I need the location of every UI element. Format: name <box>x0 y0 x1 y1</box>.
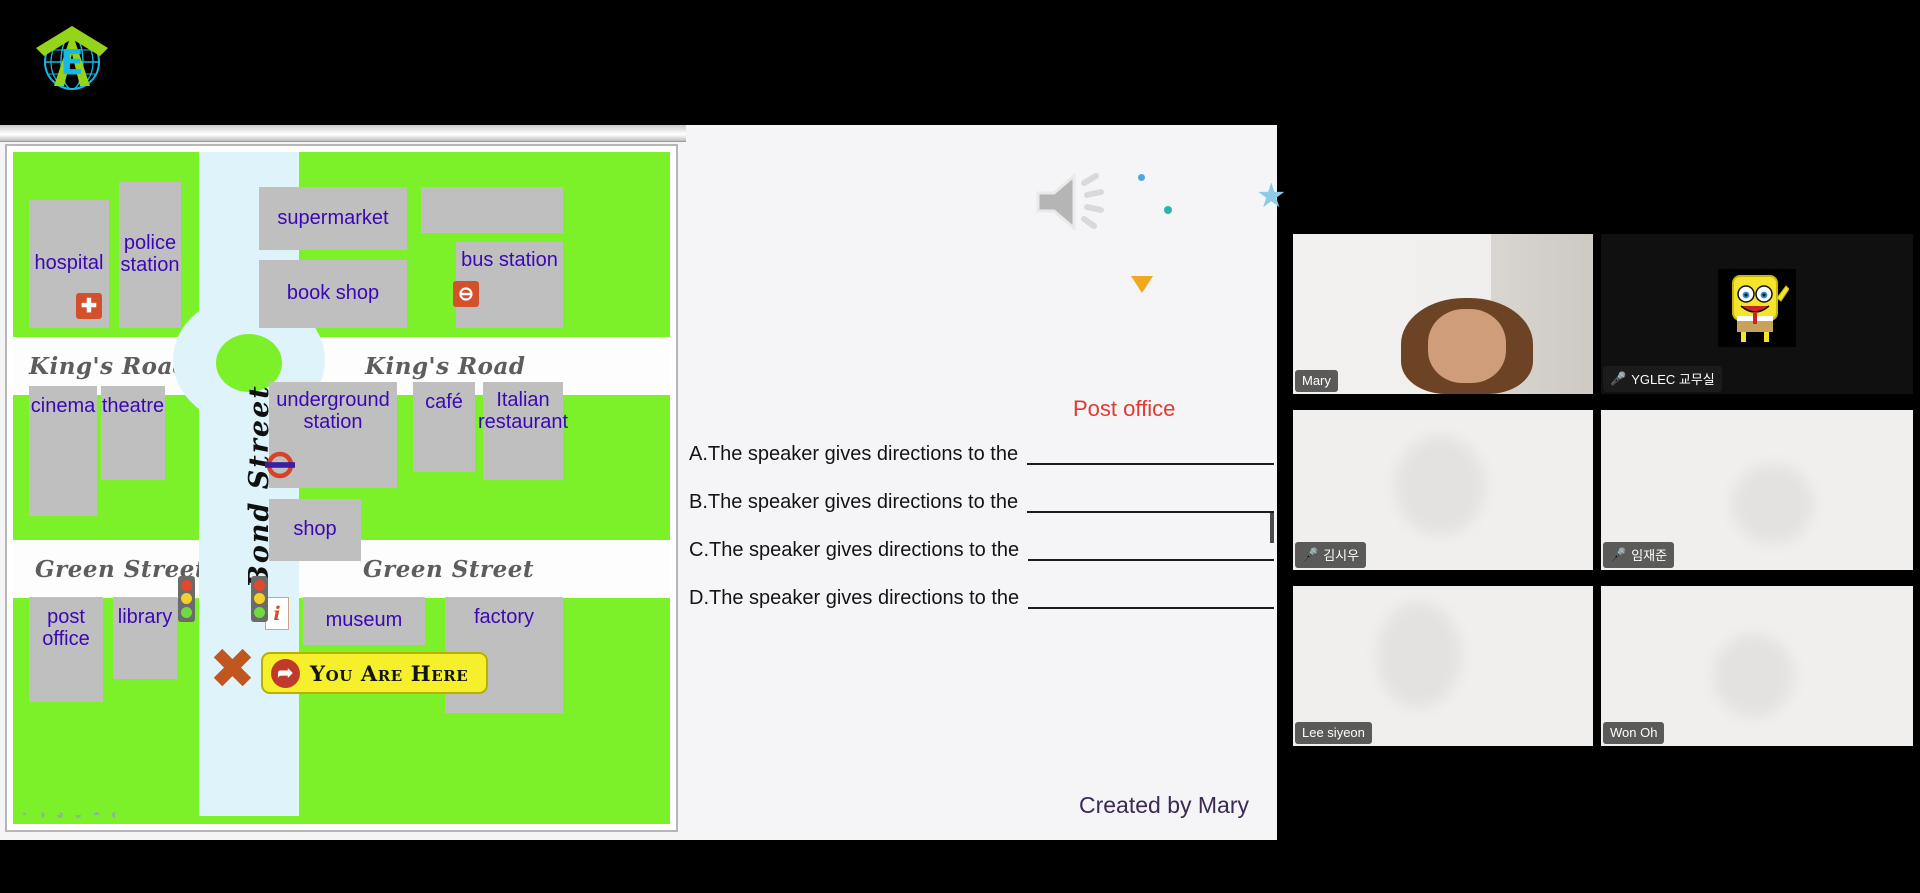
traffic-light-right <box>251 576 268 622</box>
slide-map-container: King's Road King's Road Green Street Gre… <box>5 144 678 832</box>
participant-name-badge: 🎤 김시우 <box>1295 542 1367 568</box>
answer-blank-c[interactable] <box>1028 559 1274 561</box>
location-pin-icon: ➦ <box>271 658 300 688</box>
london-underground-roundel-icon <box>264 449 296 481</box>
building-museum: museum <box>303 597 425 645</box>
building-police-station: police station <box>119 182 181 328</box>
participant-name-badge: Lee siyeon <box>1295 722 1372 744</box>
spongebob-avatar <box>1718 268 1796 347</box>
avatar <box>1395 435 1485 535</box>
question-row-b: B.The speaker gives directions to the <box>689 470 1274 518</box>
road-label-kings-right: King's Road <box>365 352 526 380</box>
question-text-b: B.The speaker gives directions to the <box>689 491 1019 513</box>
video-tile-won-oh[interactable]: Won Oh <box>1601 586 1913 746</box>
mic-muted-icon: 🎤 <box>1610 547 1627 562</box>
answer-blank-b[interactable] <box>1027 511 1274 513</box>
triangle-down-icon <box>1131 276 1153 293</box>
building-cafe: café <box>413 382 475 472</box>
mic-muted-icon: 🎤 <box>1302 547 1319 562</box>
building-post-office: post office <box>29 597 103 702</box>
city-map: King's Road King's Road Green Street Gre… <box>13 152 670 824</box>
answer-value-a: Post office <box>1073 396 1176 421</box>
mic-muted-icon: 🎤 <box>1610 371 1627 386</box>
x-marker-icon: ✖ <box>209 637 256 702</box>
information-icon: i <box>265 597 289 630</box>
webcam-feed-mary <box>1293 234 1593 394</box>
avatar <box>1732 464 1814 545</box>
building-unlabeled-top-right <box>421 187 563 233</box>
speaker-sound-icon <box>1034 171 1118 238</box>
building-shop: shop <box>269 499 361 561</box>
svg-text:E: E <box>60 43 83 83</box>
traffic-light-left <box>178 576 195 622</box>
building-theatre: theatre <box>101 386 165 480</box>
building-library: library <box>113 597 177 679</box>
video-tile-mary[interactable]: Mary <box>1293 234 1593 394</box>
bus-station-icon: ⊖ <box>453 281 479 307</box>
you-are-here-banner: ➦ You Are Here <box>261 652 489 694</box>
video-tile-imjaejun[interactable]: 🎤 임재준 <box>1601 410 1913 570</box>
star-icon: ★ <box>1256 177 1287 215</box>
shared-window-titlebar <box>0 125 686 142</box>
participant-name-badge: 🎤 임재준 <box>1603 542 1675 568</box>
avatar <box>1428 309 1506 383</box>
question-text-d: D.The speaker gives directions to the <box>689 587 1020 609</box>
globe-arrow-logo: E <box>30 14 114 96</box>
video-tile-kimsiwoo[interactable]: 🎤 김시우 <box>1293 410 1593 570</box>
participant-name-badge: Won Oh <box>1603 722 1665 744</box>
building-cinema: cinema <box>29 386 97 516</box>
question-text-a: A.The speaker gives directions to the <box>689 443 1019 465</box>
building-supermarket: supermarket <box>259 187 407 250</box>
shared-screen-panel: King's Road King's Road Green Street Gre… <box>0 125 1286 840</box>
video-tile-yglec[interactable]: 🎤 YGLEC 교무실 <box>1601 234 1913 394</box>
decorative-dot-2 <box>1164 206 1172 214</box>
decorative-dot-1 <box>1138 174 1145 181</box>
question-row-a: A.The speaker gives directions to the Po… <box>689 396 1274 470</box>
participant-name-badge: 🎤 YGLEC 교무실 <box>1603 366 1722 392</box>
you-are-here-label: You Are Here <box>310 660 469 686</box>
hospital-cross-icon: ✚ <box>76 293 102 319</box>
answer-blank-a[interactable] <box>1027 463 1274 465</box>
slide-credit: Created by Mary <box>1079 792 1250 818</box>
road-label-green-right: Green Street <box>363 555 534 583</box>
question-area: ★ A.The speaker gives directions to the … <box>686 144 1286 840</box>
avatar <box>1713 634 1795 718</box>
slide-footer-icons: ◔ ◑ ◕ ◒ ◓ ◐ <box>19 806 123 822</box>
building-book-shop: book shop <box>259 260 407 328</box>
app-root: E King's Road King's Road Green Street G… <box>0 0 1920 893</box>
participant-name-badge: Mary <box>1295 370 1338 392</box>
road-label-kings-left: King's Road <box>29 352 190 380</box>
building-italian-restaurant: Italian restaurant <box>478 382 568 480</box>
avatar <box>1377 602 1461 708</box>
question-list: A.The speaker gives directions to the Po… <box>689 396 1274 614</box>
question-row-c: C.The speaker gives directions to the <box>689 518 1274 566</box>
answer-blank-d[interactable] <box>1028 607 1274 609</box>
video-tile-lee-siyeon[interactable]: Lee siyeon <box>1293 586 1593 746</box>
question-text-c: C.The speaker gives directions to the <box>689 539 1020 561</box>
text-cursor <box>1270 513 1274 543</box>
question-row-d: D.The speaker gives directions to the <box>689 566 1274 614</box>
video-participants-grid: Mary 🎤 YGLEC 교무실 🎤 김시우 🎤 임재준 Lee siyeon … <box>1293 234 1913 754</box>
